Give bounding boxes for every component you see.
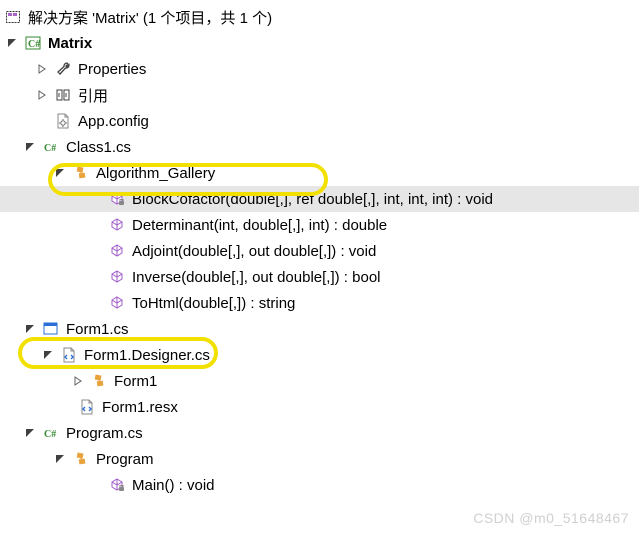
project-name: Matrix — [48, 35, 92, 52]
properties-label: Properties — [78, 61, 146, 78]
collapse-icon[interactable] — [6, 38, 18, 48]
expand-icon[interactable] — [72, 376, 84, 386]
class-icon — [72, 450, 90, 468]
csharp-project-icon: C# — [24, 34, 42, 52]
solution-icon — [4, 8, 22, 26]
method-label: ToHtml(double[,]) : string — [132, 295, 295, 312]
method-label: BlockCofactor(double[,], ref double[,], … — [132, 191, 493, 208]
code-file-icon — [78, 398, 96, 416]
csharp-file-icon: C# — [42, 424, 60, 442]
program-label: Program.cs — [66, 425, 143, 442]
class1-label: Class1.cs — [66, 139, 131, 156]
expand-icon[interactable] — [36, 64, 48, 74]
svg-text:C#: C# — [44, 143, 56, 154]
programclass-label: Program — [96, 451, 154, 468]
form1class-label: Form1 — [114, 373, 157, 390]
appconfig-label: App.config — [78, 113, 149, 130]
method-label: Inverse(double[,], out double[,]) : bool — [132, 269, 381, 286]
form1resx-row[interactable]: ▸ Form1.resx — [0, 394, 639, 420]
form1designer-label: Form1.Designer.cs — [84, 347, 210, 364]
program-row[interactable]: C# Program.cs — [0, 420, 639, 446]
references-row[interactable]: 引用 — [0, 82, 639, 108]
solution-row[interactable]: 解决方案 'Matrix' (1 个项目，共 1 个) — [0, 4, 639, 30]
config-file-icon — [54, 112, 72, 130]
class-icon — [72, 164, 90, 182]
solution-label: 解决方案 'Matrix' (1 个项目，共 1 个) — [28, 7, 272, 28]
method-icon — [108, 268, 126, 286]
programclass-row[interactable]: Program — [0, 446, 639, 472]
algorithm-gallery-row[interactable]: Algorithm_Gallery — [0, 160, 639, 186]
method-icon — [108, 294, 126, 312]
wrench-icon — [54, 60, 72, 78]
references-icon — [54, 86, 72, 104]
svg-text:C#: C# — [44, 429, 56, 440]
method-label: Adjoint(double[,], out double[,]) : void — [132, 243, 376, 260]
form1designer-row[interactable]: Form1.Designer.cs — [0, 342, 639, 368]
method-icon — [108, 242, 126, 260]
form1class-row[interactable]: Form1 — [0, 368, 639, 394]
method-blockcofactor-row[interactable]: ▸ BlockCofactor(double[,], ref double[,]… — [0, 186, 639, 212]
project-row[interactable]: C# Matrix — [0, 30, 639, 56]
collapse-icon[interactable] — [54, 454, 66, 464]
watermark-text: CSDN @m0_51648467 — [473, 510, 629, 526]
method-private-icon — [108, 190, 126, 208]
class-icon — [90, 372, 108, 390]
collapse-icon[interactable] — [54, 168, 66, 178]
csharp-file-icon: C# — [42, 138, 60, 156]
form1-row[interactable]: Form1.cs — [0, 316, 639, 342]
svg-text:C#: C# — [28, 39, 40, 50]
collapse-icon[interactable] — [24, 142, 36, 152]
collapse-icon[interactable] — [42, 350, 54, 360]
method-main-row[interactable]: ▸ Main() : void — [0, 472, 639, 498]
method-icon — [108, 216, 126, 234]
form1resx-label: Form1.resx — [102, 399, 178, 416]
collapse-icon[interactable] — [24, 428, 36, 438]
winform-icon — [42, 320, 60, 338]
appconfig-row[interactable]: ▸ App.config — [0, 108, 639, 134]
expand-icon[interactable] — [36, 90, 48, 100]
code-file-icon — [60, 346, 78, 364]
method-private-icon — [108, 476, 126, 494]
method-tohtml-row[interactable]: ▸ ToHtml(double[,]) : string — [0, 290, 639, 316]
references-label: 引用 — [78, 85, 108, 106]
class1-row[interactable]: C# Class1.cs — [0, 134, 639, 160]
method-inverse-row[interactable]: ▸ Inverse(double[,], out double[,]) : bo… — [0, 264, 639, 290]
form1-label: Form1.cs — [66, 321, 129, 338]
method-label: Determinant(int, double[,], int) : doubl… — [132, 217, 387, 234]
method-determinant-row[interactable]: ▸ Determinant(int, double[,], int) : dou… — [0, 212, 639, 238]
collapse-icon[interactable] — [24, 324, 36, 334]
properties-row[interactable]: Properties — [0, 56, 639, 82]
method-adjoint-row[interactable]: ▸ Adjoint(double[,], out double[,]) : vo… — [0, 238, 639, 264]
method-label: Main() : void — [132, 477, 215, 494]
algorithm-gallery-label: Algorithm_Gallery — [96, 165, 215, 182]
